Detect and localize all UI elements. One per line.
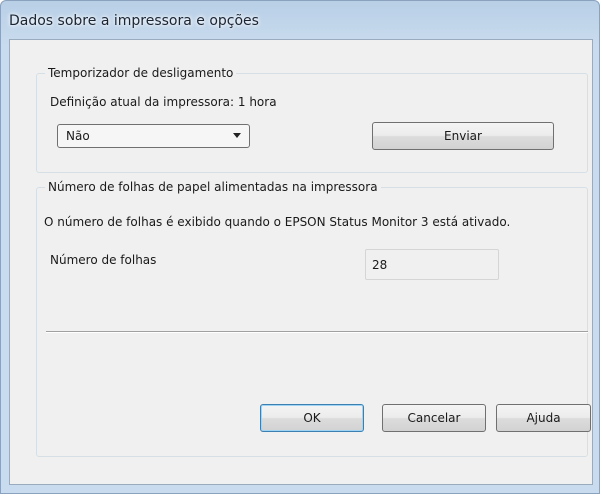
help-button-label: Ajuda [526,411,561,425]
separator-line [46,331,588,333]
cancel-button[interactable]: Cancelar [382,404,486,432]
window-title: Dados sobre a impressora e opções [9,13,259,29]
sheets-group-label: Número de folhas de papel alimentadas na… [45,180,381,194]
send-button[interactable]: Enviar [372,122,554,150]
chevron-down-icon [233,133,241,138]
ok-button[interactable]: OK [260,404,364,432]
cancel-button-label: Cancelar [407,411,461,425]
send-button-label: Enviar [444,129,482,143]
dialog-window: Dados sobre a impressora e opções Tempor… [0,0,600,494]
sheets-count-label: Número de folhas [50,253,157,267]
dialog-client-area: Temporizador de desligamento Definição a… [9,39,593,485]
sheets-info-text: O número de folhas é exibido quando o EP… [44,215,511,229]
shutdown-timer-dropdown-value: Não [66,129,90,143]
sheets-count-field: 28 [365,249,499,280]
help-button[interactable]: Ajuda [496,404,591,432]
sheets-count-value: 28 [372,257,388,272]
shutdown-timer-dropdown[interactable]: Não [57,124,250,148]
current-setting-text: Definição atual da impressora: 1 hora [50,95,277,109]
ok-button-label: OK [303,411,321,425]
shutdown-timer-group-label: Temporizador de desligamento [45,66,237,80]
title-bar: Dados sobre a impressora e opções [7,4,593,38]
